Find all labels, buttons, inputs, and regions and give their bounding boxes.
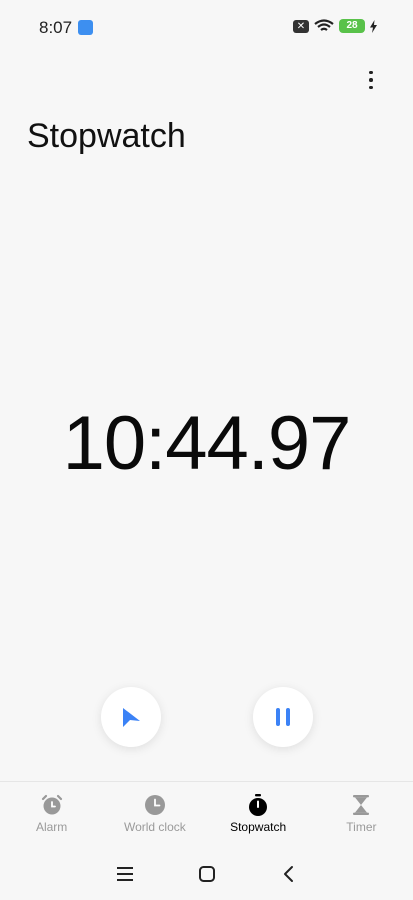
- hourglass-icon: [348, 792, 374, 818]
- tab-world-clock[interactable]: World clock: [103, 782, 206, 840]
- pause-icon: [276, 708, 290, 726]
- wifi-icon: [314, 19, 334, 31]
- tab-label: Timer: [346, 820, 377, 834]
- charging-icon: [370, 19, 377, 33]
- clock-icon: [142, 792, 168, 818]
- flag-icon: [123, 708, 140, 727]
- menu-icon: [117, 867, 133, 881]
- back-button[interactable]: [276, 862, 300, 886]
- notification-icon: [78, 20, 93, 35]
- more-options-button[interactable]: [358, 67, 384, 93]
- battery-icon: 28: [339, 19, 365, 33]
- tab-alarm[interactable]: Alarm: [0, 782, 103, 840]
- home-icon: [199, 866, 215, 882]
- more-vert-dot: [369, 78, 373, 82]
- recents-button[interactable]: [113, 862, 137, 886]
- more-vert-dot: [369, 85, 373, 90]
- status-time: 8:07: [39, 18, 73, 37]
- stopwatch-time: 10:44.97: [62, 401, 352, 486]
- status-bar: 8:07 ✕ 28: [0, 0, 413, 56]
- page-title: Stopwatch: [27, 117, 186, 155]
- tab-label: Stopwatch: [230, 820, 287, 834]
- pause-button[interactable]: [253, 687, 313, 747]
- back-icon: [284, 866, 293, 882]
- tab-stopwatch[interactable]: Stopwatch: [207, 782, 310, 840]
- status-icons: ✕ 28: [293, 19, 377, 33]
- tab-timer[interactable]: Timer: [310, 782, 413, 840]
- system-navigation-bar: [0, 852, 413, 896]
- tab-label: Alarm: [35, 820, 68, 834]
- tab-label: World clock: [123, 820, 186, 834]
- stopwatch-icon: [245, 792, 271, 818]
- more-vert-dot: [369, 70, 373, 75]
- bottom-nav: Alarm World clock Stopwatch Timer: [0, 781, 413, 840]
- no-sim-icon: ✕: [293, 19, 309, 33]
- alarm-icon: [39, 792, 65, 818]
- home-button[interactable]: [195, 862, 219, 886]
- lap-button[interactable]: [101, 687, 161, 747]
